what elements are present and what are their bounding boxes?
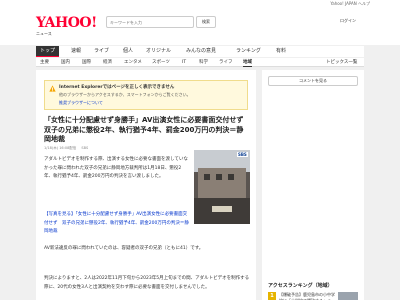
ie-notice: Internet Explorerではページを正しく表示できません 他のブラウザ… [44, 80, 248, 110]
topbar-links[interactable]: Yahoo! JAPAN ヘルプ [330, 1, 370, 7]
rank-number: 1 [268, 292, 276, 300]
yahoo-news-logo[interactable]: YAHOO! ニュース [36, 15, 97, 36]
article-paragraph-1: アダルトビデオを制作する際、出演する女性に必要な書面を渡していなかった罪に問われ… [44, 157, 188, 179]
ranking-title: アクセスランキング（地域） [268, 283, 333, 289]
topics-list-link[interactable]: トピックス一覧 [326, 58, 357, 67]
ad-area [268, 92, 358, 272]
nav-item-breaking[interactable]: 速報 [71, 46, 81, 57]
view-comments-button[interactable]: コメントを見る [268, 76, 358, 86]
ie-notice-title: Internet Explorerではページを正しく表示できません [59, 85, 175, 90]
nav-item-live[interactable]: ライブ [94, 46, 109, 57]
header: YAHOO! ニュース 検索 ログイン [0, 8, 400, 45]
search-button[interactable]: 検索 [196, 16, 216, 28]
subnav-item-local[interactable]: 地域 [243, 58, 252, 67]
subnav-item-international[interactable]: 国際 [82, 58, 91, 67]
subnav-item-domestic[interactable]: 国内 [61, 58, 70, 67]
main-nav: トップ 速報 ライブ 個人 オリジナル みんなの意見 ランキング 有料 [36, 46, 364, 57]
article-paragraph-3: 判決によりますと、2人は2022年11月下旬から2023年5月上旬までの間、アダ… [44, 276, 250, 290]
article-title: 「女性に十分配慮せず身勝手」AV出演女性に必要書面交付せず 双子の兄弟に懲役2年… [44, 116, 251, 143]
recommended-browser-link[interactable]: 推奨ブラウザーについて [59, 100, 103, 106]
rank-thumbnail[interactable] [338, 292, 358, 300]
logo-sub: ニュース [36, 31, 52, 36]
nav-item-top[interactable]: トップ [36, 46, 60, 57]
sidebar: コメントを見る アクセスランキング（地域） 1 【爆破予告】鹿児島市の小中学校に… [262, 70, 364, 300]
search-input[interactable] [107, 17, 177, 27]
article-photo[interactable]: SBS [194, 150, 250, 224]
category-nav: 主要 国内 国際 経済 エンタメ スポーツ IT 科学 ライフ 地域 トピックス… [36, 58, 364, 67]
article-date: 1/18(木) 16:08配信 [44, 146, 77, 150]
nav-item-ranking[interactable]: ランキング [236, 46, 261, 57]
login-link[interactable]: ログイン [340, 18, 356, 24]
nav-item-opinions[interactable]: みんなの意見 [186, 46, 216, 57]
article-source[interactable]: SBS [81, 146, 88, 150]
subnav-item-sports[interactable]: スポーツ [152, 58, 170, 67]
article-meta: 1/18(木) 16:08配信 SBS [44, 146, 92, 151]
subnav-item-economy[interactable]: 経済 [103, 58, 112, 67]
subnav-item-it[interactable]: IT [182, 58, 186, 67]
article-main: Internet Explorerではページを正しく表示できません 他のブラウザ… [36, 70, 256, 300]
subnav-item-main[interactable]: 主要 [40, 58, 49, 67]
search-box [106, 16, 194, 28]
subnav-item-life[interactable]: ライフ [219, 58, 233, 67]
subnav-item-science[interactable]: 科学 [199, 58, 208, 67]
topbar: Yahoo! JAPAN ヘルプ [0, 0, 400, 8]
rank-headline[interactable]: 【爆破予告】鹿児島市の小中学校に「小学校で爆破する」メール [279, 292, 335, 300]
nav-item-paid[interactable]: 有料 [276, 46, 286, 57]
related-photo-link[interactable]: 【写真を見る】「女性に十分配慮せず身勝手」AV出演女性に必要書面交付せず 双子の… [44, 211, 190, 237]
subnav-item-entertainment[interactable]: エンタメ [124, 58, 142, 67]
warning-icon [49, 85, 56, 92]
nav-item-original[interactable]: オリジナル [146, 46, 171, 57]
logo-text: YAHOO! [36, 15, 97, 31]
nav-item-individual[interactable]: 個人 [123, 46, 133, 57]
ie-notice-desc: 他のブラウザーからアクセスするか、スマートフォンからご覧ください。 [59, 92, 191, 97]
article-paragraph-2: AV新法違反の罪に問われていたのは、容疑者の双子の兄弟（ともに41）です。 [44, 246, 204, 251]
photo-sbs-logo: SBS [237, 152, 248, 157]
